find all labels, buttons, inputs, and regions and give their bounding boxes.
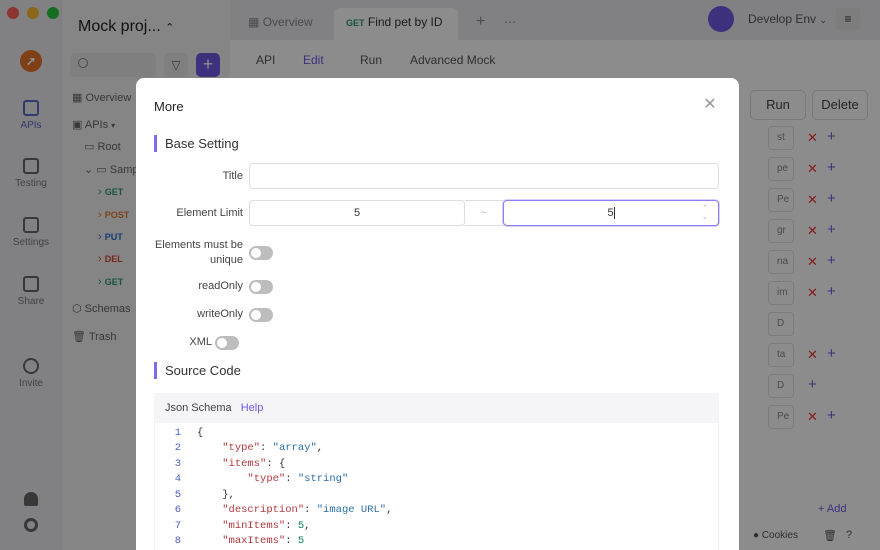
code-line: "type": "array", [222,442,324,454]
tab-json-schema[interactable]: Json Schema [165,402,232,414]
line-number: 1 [174,427,181,439]
section-source-code: Source Code [154,362,241,379]
writeonly-label: writeOnly [197,308,243,320]
max-items-input[interactable]: 5 [503,200,719,226]
section-base-setting: Base Setting [154,135,239,152]
title-input[interactable] [249,163,719,189]
unique-label: Elements must be unique [154,239,243,266]
help-link[interactable]: Help [241,402,264,414]
element-limit-label: Element Limit [176,207,243,219]
code-line: "items": { [222,458,286,470]
line-number: 5 [174,489,181,501]
number-stepper-icon[interactable]: ⌃ ⌄ [702,204,708,222]
dialog-title: More [154,99,184,114]
line-number: 4 [174,473,181,485]
range-separator: ~ [465,200,503,226]
readonly-label: readOnly [198,280,243,292]
line-number: 7 [174,520,181,532]
readonly-toggle[interactable] [249,280,273,294]
line-number: 6 [174,504,181,516]
title-label: Title [222,170,243,182]
writeonly-toggle[interactable] [249,308,273,322]
code-line: "maxItems": 5 [222,535,305,547]
unique-toggle[interactable] [249,246,273,260]
line-number: 2 [174,442,181,454]
min-items-input[interactable]: 5 [249,200,465,226]
code-line: "description": "image URL", [222,504,393,516]
code-line: "minItems": 5, [222,520,311,532]
line-number: 8 [174,535,181,547]
more-settings-dialog: More ✕ Base Setting Title Element Limit … [136,78,739,550]
xml-toggle[interactable] [215,336,239,350]
xml-label: XML [189,336,212,348]
code-header: Json Schema Help [154,393,719,423]
line-number: 3 [174,458,181,470]
code-line: { [197,427,204,439]
close-icon[interactable]: ✕ [703,97,717,113]
code-editor[interactable]: 1 { 2 "type": "array", 3 "items": { 4 "t… [154,423,719,550]
code-line: "type": "string" [247,473,349,485]
code-line: }, [222,489,235,501]
